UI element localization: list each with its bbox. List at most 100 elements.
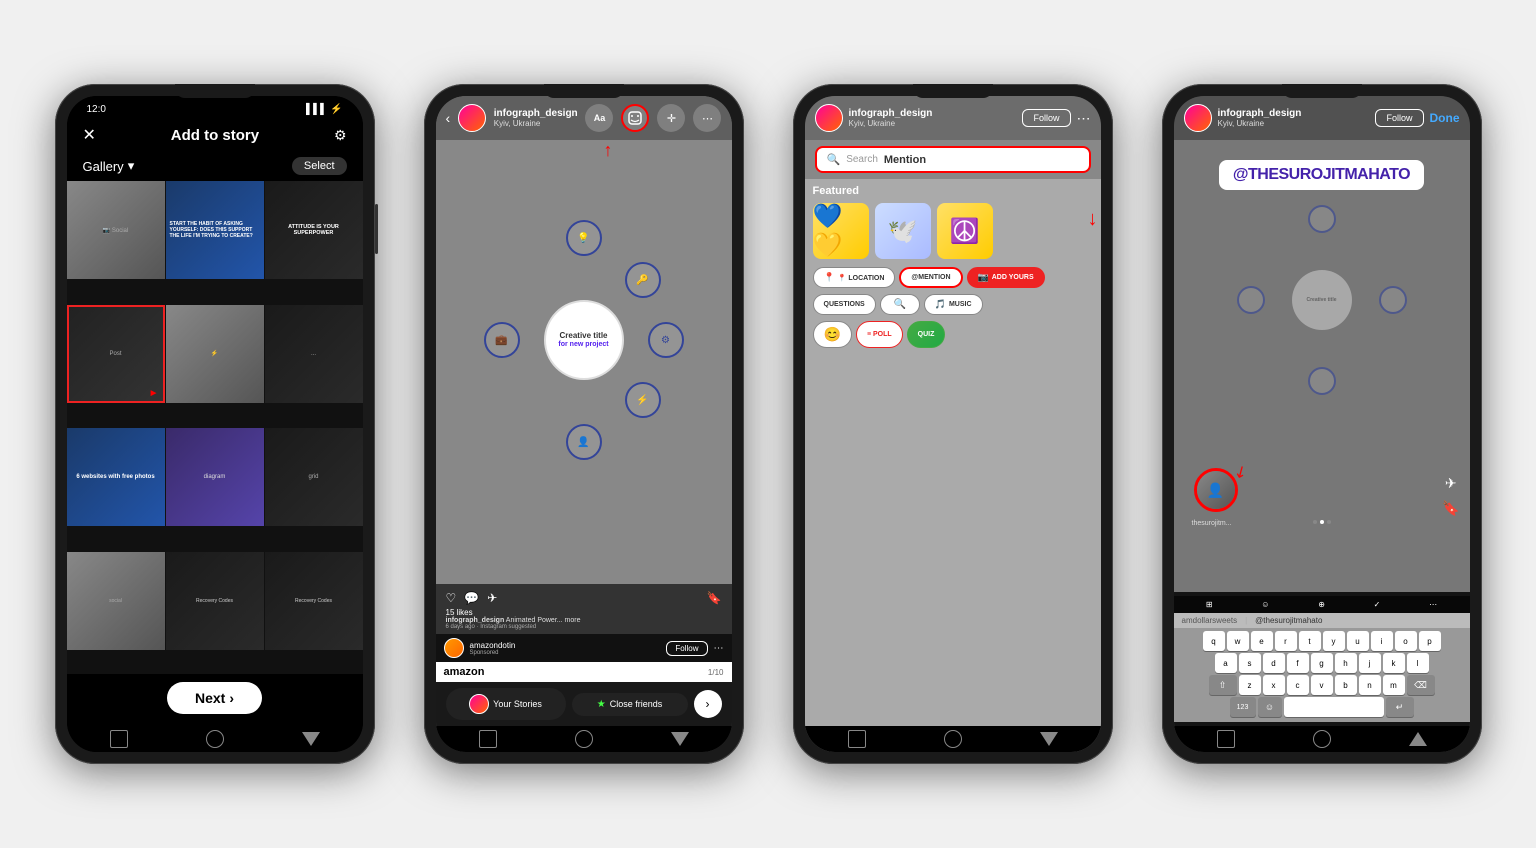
gallery-thumb-4-selected[interactable]: Post ► — [67, 305, 165, 403]
key-h[interactable]: h — [1335, 653, 1357, 673]
key-v[interactable]: v — [1311, 675, 1333, 695]
more-options-button[interactable]: ⋯ — [693, 104, 721, 132]
key-n[interactable]: n — [1359, 675, 1381, 695]
mention-tag[interactable]: @MENTION — [899, 267, 962, 288]
back-icon[interactable]: ‹ — [446, 110, 451, 126]
key-m[interactable]: m — [1383, 675, 1405, 695]
gallery-thumb-3[interactable]: ATTITUDE IS YOUR SUPERPOWER — [265, 181, 363, 279]
key-k[interactable]: k — [1383, 653, 1405, 673]
key-j[interactable]: j — [1359, 653, 1381, 673]
key-z[interactable]: z — [1239, 675, 1261, 695]
nav-recents-icon[interactable] — [671, 732, 689, 746]
key-y[interactable]: y — [1323, 631, 1345, 651]
key-b[interactable]: b — [1335, 675, 1357, 695]
follow-button[interactable]: Follow — [1022, 109, 1070, 127]
key-o[interactable]: o — [1395, 631, 1417, 651]
gallery-thumb-8[interactable]: diagram — [166, 428, 264, 526]
kb-sticker-icon[interactable]: ⊕ — [1318, 600, 1325, 609]
key-p[interactable]: p — [1419, 631, 1441, 651]
settings-icon[interactable]: ⚙ — [334, 127, 347, 144]
nav-back-icon[interactable] — [848, 730, 866, 748]
gallery-thumb-5[interactable]: ⚡ — [166, 305, 264, 403]
quiz-tag[interactable]: QUIZ — [907, 321, 946, 348]
nav-home-icon[interactable] — [575, 730, 593, 748]
search-tag[interactable]: 🔍 — [880, 294, 920, 315]
kb-check-icon[interactable]: ✓ — [1374, 600, 1381, 609]
key-w[interactable]: w — [1227, 631, 1249, 651]
share-icon[interactable]: ✈ — [487, 591, 497, 605]
gallery-thumb-10[interactable]: social — [67, 552, 165, 650]
close-icon[interactable]: ✕ — [83, 125, 96, 145]
key-a[interactable]: a — [1215, 653, 1237, 673]
close-friends-button[interactable]: ★ Close friends — [572, 693, 688, 716]
ad-follow-button[interactable]: Follow — [666, 641, 707, 656]
add-yours-tag[interactable]: 📷 ADD YOURS — [967, 267, 1045, 288]
key-t[interactable]: t — [1299, 631, 1321, 651]
nav-back-icon[interactable] — [479, 730, 497, 748]
key-l[interactable]: l — [1407, 653, 1429, 673]
heart-sticker[interactable]: 💙💛 — [813, 203, 869, 259]
num-key[interactable]: 123 — [1230, 697, 1256, 717]
next-button[interactable]: Next › — [167, 682, 262, 714]
key-c[interactable]: c — [1287, 675, 1309, 695]
backspace-key[interactable]: ⌫ — [1407, 675, 1435, 695]
kb-emoji-icon[interactable]: ☺ — [1261, 600, 1269, 609]
nav-recents-icon[interactable] — [1040, 732, 1058, 746]
key-f[interactable]: f — [1287, 653, 1309, 673]
emoji-key[interactable]: ☺ — [1258, 697, 1282, 717]
key-q[interactable]: q — [1203, 631, 1225, 651]
gallery-thumb-1[interactable]: 📷 Social — [67, 181, 165, 279]
questions-tag[interactable]: QUESTIONS — [813, 294, 876, 315]
move-tool-button[interactable]: ✛ — [657, 104, 685, 132]
gallery-thumb-6[interactable]: ... — [265, 305, 363, 403]
select-button[interactable]: Select — [292, 157, 347, 175]
share-next-button[interactable]: › — [694, 690, 722, 718]
autocomplete-2[interactable]: @thesurojitmahato — [1255, 616, 1322, 625]
dove-sticker[interactable]: 🕊️ — [875, 203, 931, 259]
text-tool-button[interactable]: Aa — [585, 104, 613, 132]
nav-recents-icon[interactable] — [1409, 732, 1427, 746]
space-key[interactable] — [1284, 697, 1384, 717]
key-e[interactable]: e — [1251, 631, 1273, 651]
location-tag[interactable]: 📍 📍 LOCATION — [813, 267, 896, 288]
bookmark-icon[interactable]: 🔖 — [1442, 500, 1459, 517]
more-icon[interactable]: ⋯ — [1077, 110, 1091, 127]
key-r[interactable]: r — [1275, 631, 1297, 651]
gallery-thumb-9[interactable]: grid — [265, 428, 363, 526]
peace-sticker[interactable]: ☮️ — [937, 203, 993, 259]
send-icon[interactable]: ✈ — [1445, 475, 1457, 492]
sticker-search-bar[interactable]: 🔍 Search Mention — [815, 146, 1091, 173]
nav-home-icon[interactable] — [944, 730, 962, 748]
kb-more-icon[interactable]: ⋯ — [1429, 600, 1437, 609]
nav-recents-icon[interactable] — [302, 732, 320, 746]
kb-grid-icon[interactable]: ⊞ — [1206, 600, 1213, 609]
gallery-thumb-12[interactable]: Recovery Codes — [265, 552, 363, 650]
return-key[interactable]: ↵ — [1386, 697, 1414, 717]
nav-back-icon[interactable] — [1217, 730, 1235, 748]
heart-icon[interactable]: ♡ — [446, 591, 457, 605]
key-g[interactable]: g — [1311, 653, 1333, 673]
key-d[interactable]: d — [1263, 653, 1285, 673]
poll-tag[interactable]: ≡ POLL — [856, 321, 903, 348]
gallery-thumb-2[interactable]: START THE HABIT OF ASKING YOURSELF: DOES… — [166, 181, 264, 279]
done-button[interactable]: Done — [1430, 111, 1460, 125]
ad-more-icon[interactable]: ⋯ — [714, 643, 724, 654]
gallery-thumb-7[interactable]: 6 websites with free photos — [67, 428, 165, 526]
music-tag[interactable]: 🎵 MUSIC — [924, 294, 983, 315]
key-s[interactable]: s — [1239, 653, 1261, 673]
follow-button[interactable]: Follow — [1375, 109, 1423, 127]
nav-back-icon[interactable] — [110, 730, 128, 748]
gallery-thumb-11[interactable]: Recovery Codes — [166, 552, 264, 650]
key-x[interactable]: x — [1263, 675, 1285, 695]
gallery-label[interactable]: Gallery ▾ — [83, 158, 135, 174]
key-i[interactable]: i — [1371, 631, 1393, 651]
comment-icon[interactable]: 💬 — [464, 591, 479, 605]
emoji-tag[interactable]: 😊 — [813, 321, 852, 348]
save-icon[interactable]: 🔖 — [707, 591, 722, 605]
autocomplete-1[interactable]: amdollarsweets — [1182, 616, 1238, 625]
shift-key[interactable]: ⇧ — [1209, 675, 1237, 695]
nav-home-icon[interactable] — [206, 730, 224, 748]
mention-badge[interactable]: @THESUROJITMAHATO — [1219, 160, 1424, 190]
key-u[interactable]: u — [1347, 631, 1369, 651]
nav-home-icon[interactable] — [1313, 730, 1331, 748]
